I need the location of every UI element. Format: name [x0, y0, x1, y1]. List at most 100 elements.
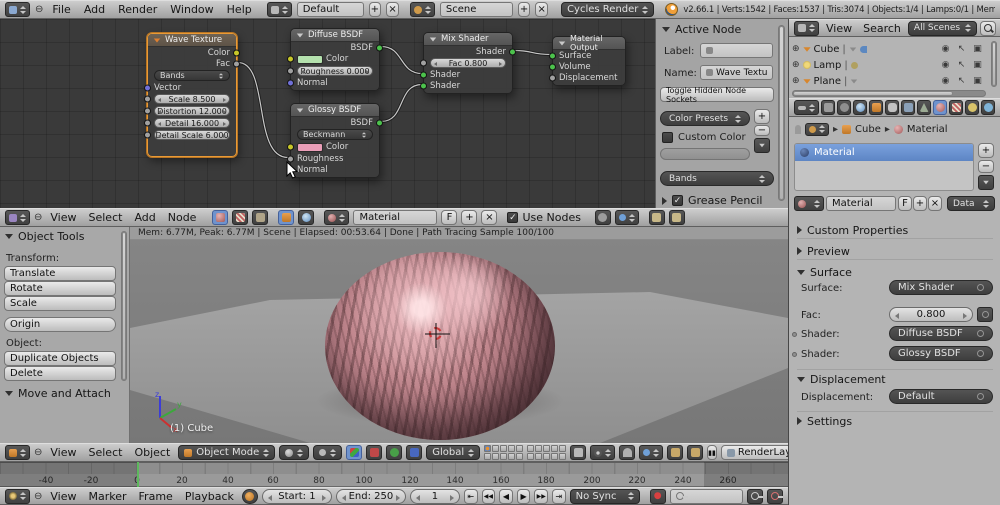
use-nodes-checkbox[interactable]: ✓: [507, 212, 518, 223]
duplicate-objects-button[interactable]: Duplicate Objects: [4, 351, 116, 366]
frame-end-field[interactable]: End: 250: [336, 489, 406, 504]
glossy-distribution-dropdown[interactable]: Beckmann: [297, 129, 373, 140]
node-header[interactable]: Mix Shader: [424, 33, 512, 46]
auto-keyframe-toggle[interactable]: ●: [650, 489, 666, 504]
wave-type-panel-dropdown[interactable]: Bands: [660, 171, 774, 186]
visibility-toggle[interactable]: ◉: [939, 76, 952, 86]
outliner-h-scrollbar[interactable]: [792, 90, 986, 97]
fac-slider[interactable]: Fac 0.800: [430, 58, 506, 68]
next-keyframe-button[interactable]: ▶▶: [534, 489, 548, 504]
add-preset-button[interactable]: +: [754, 109, 770, 124]
delete-button[interactable]: Delete: [4, 366, 116, 381]
scale-manipulator-toggle[interactable]: [406, 445, 422, 460]
material-name-field[interactable]: Material: [826, 196, 896, 211]
shader2-input-socket[interactable]: [420, 82, 427, 89]
current-frame-playhead[interactable]: [137, 462, 139, 487]
expand-icon[interactable]: ⊕: [792, 60, 800, 70]
world-shader-slot-toggle[interactable]: [298, 210, 314, 225]
node-header[interactable]: Material Output: [553, 37, 625, 50]
snap-toggle[interactable]: [619, 445, 635, 460]
custom-properties-panel-header[interactable]: Custom Properties: [797, 222, 993, 239]
object-shader-slot-toggle[interactable]: [278, 210, 294, 225]
renderability-toggle[interactable]: ▣: [971, 76, 984, 86]
delete-screen-layout-button[interactable]: ×: [386, 2, 399, 17]
delete-keyframe-button[interactable]: [767, 489, 783, 504]
texture-nodes-toggle[interactable]: [232, 210, 248, 225]
previous-keyframe-button[interactable]: ◀◀: [482, 489, 496, 504]
snap-element-dropdown[interactable]: [639, 445, 663, 460]
selectability-toggle[interactable]: ↖: [955, 60, 968, 70]
rotate-button[interactable]: Rotate: [4, 281, 116, 296]
timeline-editor-type-button[interactable]: [5, 489, 30, 504]
fac-value-slider[interactable]: 0.800: [889, 307, 973, 322]
outliner-editor-type-button[interactable]: [794, 21, 819, 36]
renderability-toggle[interactable]: ▣: [971, 60, 984, 70]
viewport-editor-type-button[interactable]: [5, 445, 30, 460]
node-editor-type-button[interactable]: [5, 210, 30, 225]
n-panel-scrollbar[interactable]: [778, 25, 785, 201]
expand-icon[interactable]: ⊕: [792, 76, 800, 86]
tab-modifiers[interactable]: [901, 100, 915, 115]
tab-object[interactable]: [869, 100, 883, 115]
add-material-button[interactable]: +: [461, 210, 477, 225]
node-glossy-bsdf[interactable]: Glossy BSDF BSDF Beckmann Color Roughnes…: [290, 103, 380, 178]
menu-add[interactable]: Add: [80, 3, 109, 16]
properties-editor-type-button[interactable]: [794, 100, 819, 115]
rotate-manipulator-toggle[interactable]: [386, 445, 402, 460]
displacement-input-socket[interactable]: [549, 74, 556, 81]
node-label-input[interactable]: [700, 43, 773, 58]
keying-set-field[interactable]: [670, 489, 743, 504]
menu-view[interactable]: View: [822, 22, 856, 35]
detail-slider[interactable]: Detail 16.000: [154, 118, 230, 128]
menu-window[interactable]: Window: [166, 3, 217, 16]
bsdf-output-socket[interactable]: [376, 44, 383, 51]
shader-output-socket[interactable]: [509, 48, 516, 55]
custom-color-swatch[interactable]: [660, 148, 750, 160]
tab-scene[interactable]: [837, 100, 851, 115]
slot-options-button[interactable]: [978, 175, 994, 190]
menu-node[interactable]: Node: [164, 211, 201, 224]
displacement-dropdown[interactable]: Default: [889, 389, 993, 404]
unlink-material-button[interactable]: ×: [481, 210, 497, 225]
tab-render[interactable]: [821, 100, 835, 115]
scene-name-field[interactable]: Scene: [440, 2, 513, 17]
unlink-material-button[interactable]: ×: [928, 196, 942, 211]
layers-grid-left[interactable]: [484, 445, 523, 460]
menu-render[interactable]: Render: [114, 3, 161, 16]
shader1-input-socket[interactable]: [420, 71, 427, 78]
breadcrumb-scene-button[interactable]: [805, 123, 829, 136]
pin-icon[interactable]: [795, 125, 801, 134]
scale-input-socket[interactable]: [144, 96, 151, 103]
collapse-menus-icon[interactable]: ⊖: [34, 491, 42, 502]
shader-nodes-toggle[interactable]: [212, 210, 228, 225]
distortion-input-socket[interactable]: [144, 108, 151, 115]
outliner-search-button[interactable]: [980, 21, 996, 36]
node-mix-shader[interactable]: Mix Shader Shader Fac 0.800 Shader Shade…: [423, 32, 513, 94]
insert-keyframe-button[interactable]: [747, 489, 763, 504]
node-name-input[interactable]: Wave Texture: [700, 65, 773, 80]
menu-view[interactable]: View: [46, 211, 80, 224]
bsdf-output-socket[interactable]: [376, 119, 383, 126]
menu-add[interactable]: Add: [130, 211, 159, 224]
jump-to-end-button[interactable]: ⇥: [552, 489, 566, 504]
distortion-slider[interactable]: Distortion 12.000: [154, 106, 230, 116]
copy-nodes-button[interactable]: [649, 210, 665, 225]
tab-data[interactable]: [917, 100, 931, 115]
displacement-panel-header[interactable]: Displacement: [797, 369, 993, 386]
render-opengl-anim-button[interactable]: [687, 445, 703, 460]
breadcrumb-material[interactable]: Material: [907, 124, 948, 135]
preset-options-button[interactable]: [754, 138, 770, 153]
pause-render-button[interactable]: ▮▮: [707, 445, 717, 460]
play-button[interactable]: ▶: [517, 489, 531, 504]
node-collapse-icon[interactable]: [430, 37, 436, 41]
collapse-menus-icon[interactable]: ⊖: [35, 4, 43, 15]
origin-button[interactable]: Origin: [4, 317, 116, 332]
object-tools-panel-header[interactable]: Object Tools: [5, 230, 84, 243]
surface-shader-dropdown[interactable]: Mix Shader: [889, 280, 993, 295]
normal-input-socket[interactable]: [287, 79, 294, 86]
snap-mode-dropdown[interactable]: [615, 210, 639, 225]
screen-layout-icon[interactable]: [267, 2, 292, 17]
menu-view[interactable]: View: [46, 446, 80, 459]
menu-marker[interactable]: Marker: [85, 490, 131, 503]
node-collapse-icon[interactable]: [297, 108, 303, 112]
